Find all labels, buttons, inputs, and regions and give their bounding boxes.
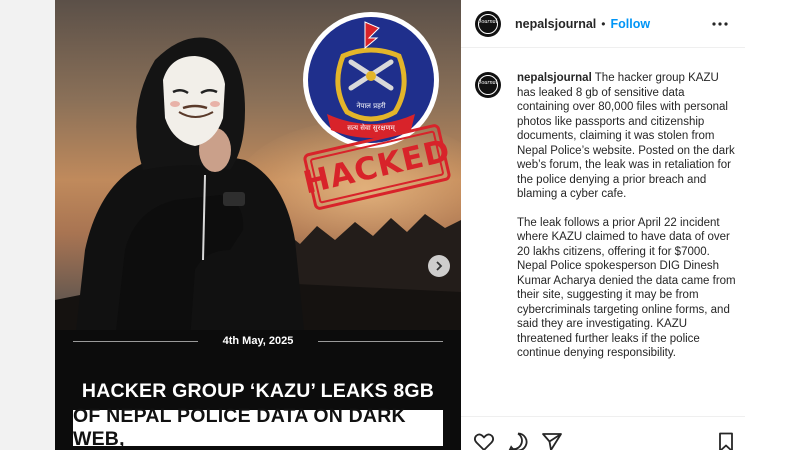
emblem-title: नेपाल प्रहरी	[356, 101, 385, 110]
chevron-right-icon	[436, 261, 443, 271]
post-header: Journal nepalsjournal • Follow	[461, 0, 745, 48]
emblem-motto: सत्य सेवा सुरक्षणम्	[347, 123, 396, 132]
separator-dot: •	[601, 16, 606, 31]
caption-text: nepalsjournal The hacker group KAZU has …	[517, 71, 737, 361]
headline-line-1: HACKER GROUP ‘KAZU’ LEAKS 8GB	[81, 380, 435, 402]
headline-line-2-box: OF NEPAL POLICE DATA ON DARK WEB,	[73, 405, 443, 450]
caption-avatar-text: Journal	[478, 80, 498, 86]
follow-button[interactable]: Follow	[610, 17, 650, 31]
more-horizontal-icon[interactable]	[711, 16, 729, 32]
username-link[interactable]: nepalsjournal	[515, 17, 596, 31]
share-icon[interactable]	[541, 431, 563, 450]
comment-icon[interactable]	[507, 431, 529, 450]
post-date: 4th May, 2025	[222, 335, 294, 347]
heart-icon[interactable]	[473, 431, 495, 450]
date-row: 4th May, 2025	[55, 333, 461, 351]
right-backdrop	[745, 0, 800, 450]
left-backdrop	[0, 0, 55, 450]
avatar-text: Journal	[478, 18, 498, 25]
bookmark-icon[interactable]	[715, 431, 737, 450]
caption-paragraph-1-text: The hacker group KAZU has leaked 8 gb of…	[517, 72, 735, 200]
caption-username[interactable]: nepalsjournal	[517, 72, 592, 84]
action-bar	[461, 416, 745, 450]
headline-line-2: OF NEPAL POLICE DATA ON DARK WEB,	[73, 405, 406, 450]
caption-paragraph-2: The leak follows a prior April 22 incide…	[517, 216, 736, 360]
caption-avatar[interactable]: Journal	[475, 72, 501, 98]
post-caption-area: Journal nepalsjournal The hacker group K…	[461, 48, 745, 416]
post-image[interactable]: सत्य सेवा सुरक्षणम् नेपाल प्रहरी HACKED …	[55, 0, 461, 450]
carousel-next-button[interactable]	[428, 255, 450, 277]
caption-paragraph-1: nepalsjournal The hacker group KAZU has …	[517, 71, 737, 202]
avatar[interactable]: Journal	[475, 10, 501, 37]
